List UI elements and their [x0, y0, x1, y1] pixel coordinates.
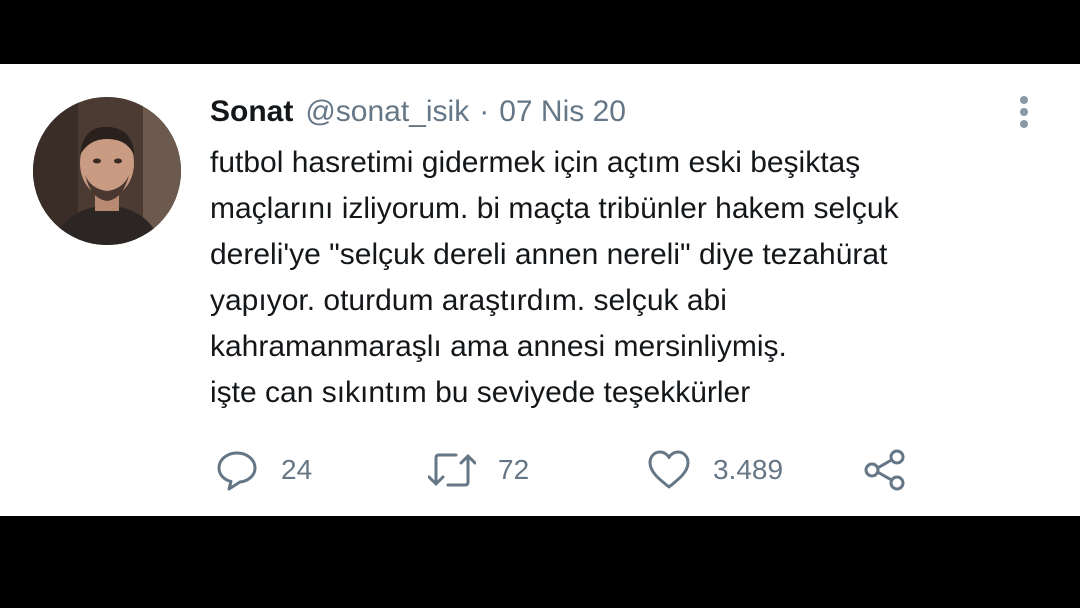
tweet-header: Sonat @sonat_isik · 07 Nis 20: [210, 92, 626, 132]
more-options-icon[interactable]: [1012, 94, 1036, 130]
separator-dot: ·: [479, 95, 490, 128]
tweet-text-line: yapıyor. oturdum araştırdım. selçuk abi: [210, 284, 727, 317]
tweet-date[interactable]: 07 Nis 20: [499, 95, 626, 129]
retweet-button[interactable]: 72: [428, 444, 529, 496]
tweet-text-line: işte can sıkıntım bu seviyede teşekkürle…: [210, 376, 751, 409]
tweet-text-line: maçlarını izliyorum. bi maçta tribünler …: [210, 192, 899, 225]
share-button[interactable]: [862, 444, 906, 496]
heart-icon: [648, 450, 690, 489]
tweet-text: futbol hasretimi gidermek için açtım esk…: [210, 140, 1040, 416]
like-button[interactable]: 3.489: [647, 444, 783, 496]
retweet-count: 72: [498, 454, 530, 485]
tweet-card: Sonat @sonat_isik · 07 Nis 20 futbol has…: [0, 64, 1080, 516]
reply-count: 24: [281, 454, 313, 485]
avatar-photo: [33, 97, 181, 245]
reply-button[interactable]: 24: [215, 444, 312, 496]
share-icon: [864, 449, 905, 491]
user-handle[interactable]: @sonat_isik: [305, 95, 469, 129]
more-dot: [1020, 120, 1028, 128]
retweet-icon: [428, 453, 476, 487]
more-dot: [1020, 108, 1028, 116]
avatar[interactable]: [33, 97, 181, 245]
reply-icon: [217, 451, 257, 491]
display-name[interactable]: Sonat: [210, 95, 293, 129]
tweet-text-line: kahramanmaraşlı ama annesi mersinliymiş.: [210, 330, 787, 363]
more-dot: [1020, 96, 1028, 104]
tweet-text-line: futbol hasretimi gidermek için açtım esk…: [210, 146, 861, 179]
tweet-text-line: dereli'ye "selçuk dereli annen nereli" d…: [210, 238, 888, 271]
tweet-actions: 24 72 3.489: [0, 444, 1080, 496]
like-count: 3.489: [713, 454, 784, 485]
